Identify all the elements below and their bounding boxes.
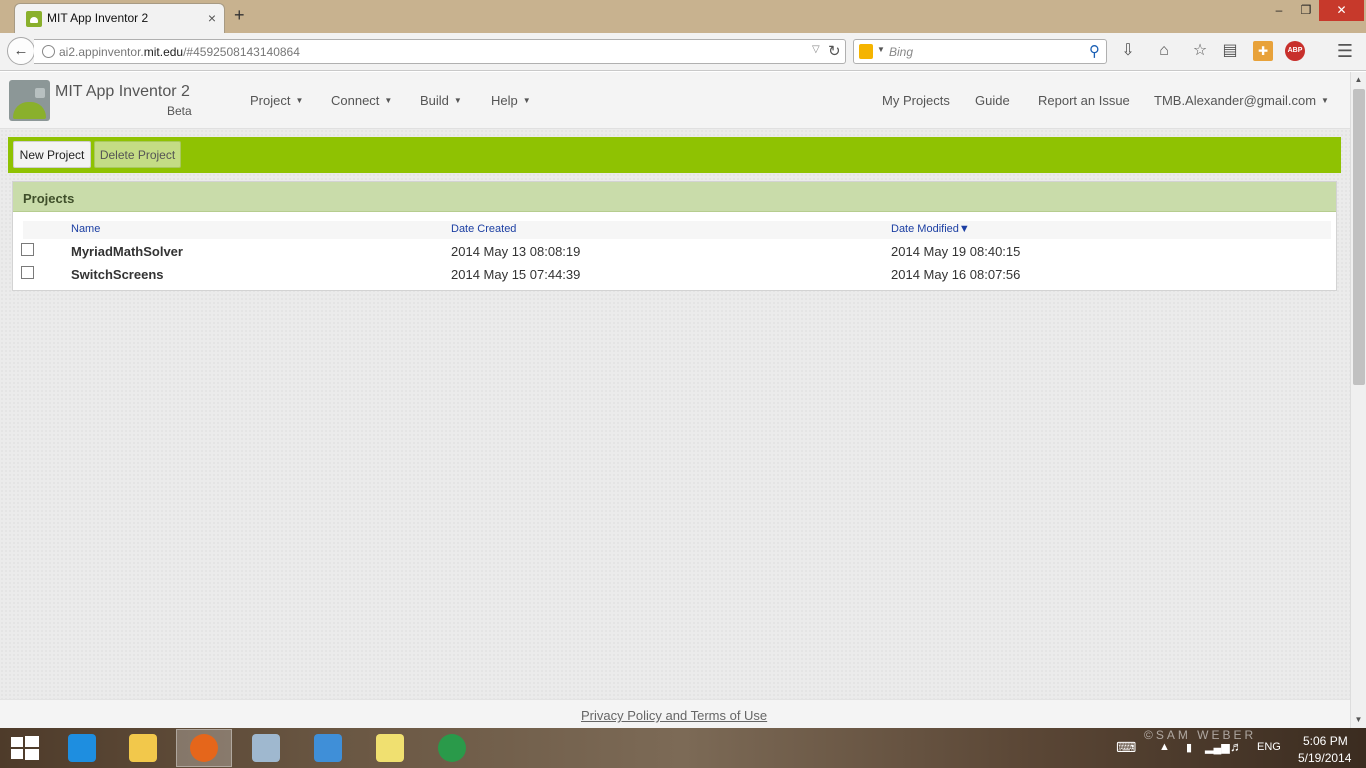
url-text[interactable]: ai2.appinventor.mit.edu/#459250814314086… [59, 45, 300, 59]
photographer-watermark: ©SAM WEBER [1144, 728, 1257, 742]
browser-tab[interactable]: MIT App Inventor 2 × [14, 3, 225, 33]
language-indicator[interactable]: ENG [1257, 741, 1281, 753]
clock-date[interactable]: 5/19/2014 [1298, 751, 1351, 765]
remote-desktop-icon [314, 734, 342, 762]
windows-logo-icon [11, 737, 23, 747]
search-engine-dropdown-icon[interactable]: ▼ [877, 45, 885, 54]
back-button[interactable]: ← [7, 37, 35, 65]
back-arrow-icon: ← [13, 42, 29, 59]
column-header-date-modified[interactable]: Date Modified▼ [891, 223, 970, 235]
maximize-button[interactable]: ❐ [1293, 0, 1319, 21]
table-row[interactable]: SwitchScreens 2014 May 15 07:44:39 2014 … [13, 262, 1336, 285]
task-manager-icon [252, 734, 280, 762]
search-bar[interactable]: ▼ Bing ⚲ [853, 39, 1107, 64]
close-window-button[interactable]: ✕ [1319, 0, 1364, 21]
app-title: MIT App Inventor 2 [55, 83, 190, 100]
addon-icon[interactable]: ✚ [1253, 41, 1273, 61]
browser-navbar: ← ai2.appinventor.mit.edu/#4592508143140… [0, 33, 1366, 71]
guide-link[interactable]: Guide [975, 93, 1010, 108]
chevron-down-icon: ▼ [453, 96, 462, 105]
browser-titlebar: MIT App Inventor 2 × + ‒ ❐ ✕ [0, 0, 1366, 33]
app-inventor-logo[interactable] [9, 80, 50, 121]
chevron-down-icon: ▼ [1321, 96, 1329, 105]
bookmark-star-icon[interactable]: ☆ [1190, 41, 1210, 61]
taskbar-app-task-manager[interactable] [238, 729, 294, 767]
url-dropdown-icon[interactable]: ▽ [812, 44, 820, 55]
scrollbar-thumb[interactable] [1353, 89, 1365, 385]
minimize-button[interactable]: ‒ [1265, 0, 1293, 21]
search-icon[interactable]: ⚲ [1089, 42, 1100, 60]
menu-connect[interactable]: Connect ▼ [331, 93, 392, 108]
taskbar-app-remote-desktop[interactable] [300, 729, 356, 767]
project-name[interactable]: MyriadMathSolver [71, 244, 183, 259]
projects-panel-header: Projects [13, 182, 1336, 212]
project-date-modified: 2014 May 16 08:07:56 [891, 267, 1021, 282]
network-signal-icon[interactable]: ▂▄▆ [1205, 741, 1230, 754]
report-issue-link[interactable]: Report an Issue [1038, 93, 1130, 108]
account-menu[interactable]: TMB.Alexander@gmail.com ▼ [1154, 93, 1329, 108]
app-inventor-favicon-icon [26, 11, 42, 27]
project-date-created: 2014 May 15 07:44:39 [451, 267, 581, 282]
scroll-down-icon[interactable]: ▼ [1351, 712, 1366, 728]
menu-project[interactable]: Project ▼ [250, 93, 303, 108]
sticky-notes-icon [376, 734, 404, 762]
taskbar-app-globe[interactable] [424, 729, 480, 767]
tab-close-icon[interactable]: × [208, 10, 216, 26]
adblock-plus-icon[interactable]: ABP [1285, 41, 1305, 61]
search-input[interactable]: Bing [889, 45, 913, 59]
column-header-name[interactable]: Name [71, 223, 100, 235]
table-header-row [23, 221, 1331, 239]
globe-icon [42, 45, 55, 58]
clock-time[interactable]: 5:06 PM [1303, 734, 1348, 748]
column-header-date-created[interactable]: Date Created [451, 223, 516, 235]
firefox-icon [190, 734, 218, 762]
menu-hamburger-icon[interactable]: ☰ [1335, 41, 1355, 61]
file-explorer-icon [129, 734, 157, 762]
project-date-modified: 2014 May 19 08:40:15 [891, 244, 1021, 259]
menu-help[interactable]: Help ▼ [491, 93, 531, 108]
table-row[interactable]: MyriadMathSolver 2014 May 13 08:08:19 20… [13, 239, 1336, 262]
privacy-policy-link[interactable]: Privacy Policy and Terms of Use [581, 708, 767, 723]
new-tab-button[interactable]: + [234, 5, 245, 26]
chevron-down-icon: ▼ [522, 96, 531, 105]
bookmarks-list-icon[interactable]: ▤ [1220, 41, 1240, 61]
my-projects-link[interactable]: My Projects [882, 93, 950, 108]
project-name[interactable]: SwitchScreens [71, 267, 164, 282]
chevron-down-icon: ▼ [384, 96, 393, 105]
taskbar-app-file-explorer[interactable] [115, 729, 171, 767]
tab-title: MIT App Inventor 2 [47, 11, 149, 25]
show-hidden-icons-icon[interactable]: ▲ [1159, 741, 1170, 753]
start-button[interactable] [11, 736, 39, 760]
internet-explorer-icon [68, 734, 96, 762]
delete-project-button[interactable]: Delete Project [94, 141, 181, 168]
app-header: MIT App Inventor 2 Beta Project ▼ Connect… [0, 72, 1350, 129]
taskbar-app-firefox[interactable] [176, 729, 232, 767]
vertical-scrollbar[interactable]: ▲ ▼ [1350, 72, 1366, 728]
taskbar-app-internet-explorer[interactable] [54, 729, 110, 767]
menu-build[interactable]: Build ▼ [420, 93, 462, 108]
reload-icon[interactable]: ↻ [828, 42, 841, 60]
url-bar[interactable]: ai2.appinventor.mit.edu/#459250814314086… [34, 39, 846, 64]
home-icon[interactable]: ⌂ [1154, 41, 1174, 61]
chevron-down-icon: ▼ [295, 96, 304, 105]
scroll-up-icon[interactable]: ▲ [1351, 72, 1366, 88]
battery-icon[interactable]: ▮ [1186, 741, 1192, 754]
keyboard-icon[interactable]: ⌨ [1116, 739, 1136, 756]
project-date-created: 2014 May 13 08:08:19 [451, 244, 581, 259]
new-project-button[interactable]: New Project [13, 141, 91, 168]
projects-panel: Projects Name Date Created Date Modified… [12, 181, 1337, 291]
globe-app-icon [438, 734, 466, 762]
bing-logo-icon[interactable] [859, 44, 873, 59]
page-footer: Privacy Policy and Terms of Use [0, 699, 1350, 728]
project-toolbar: New Project Delete Project [8, 137, 1341, 173]
projects-panel-title: Projects [23, 191, 75, 206]
row-checkbox[interactable] [21, 266, 34, 279]
downloads-icon[interactable]: ⇩ [1118, 41, 1138, 61]
app-beta-label: Beta [167, 104, 192, 118]
taskbar-app-sticky-notes[interactable] [362, 729, 418, 767]
row-checkbox[interactable] [21, 243, 34, 256]
